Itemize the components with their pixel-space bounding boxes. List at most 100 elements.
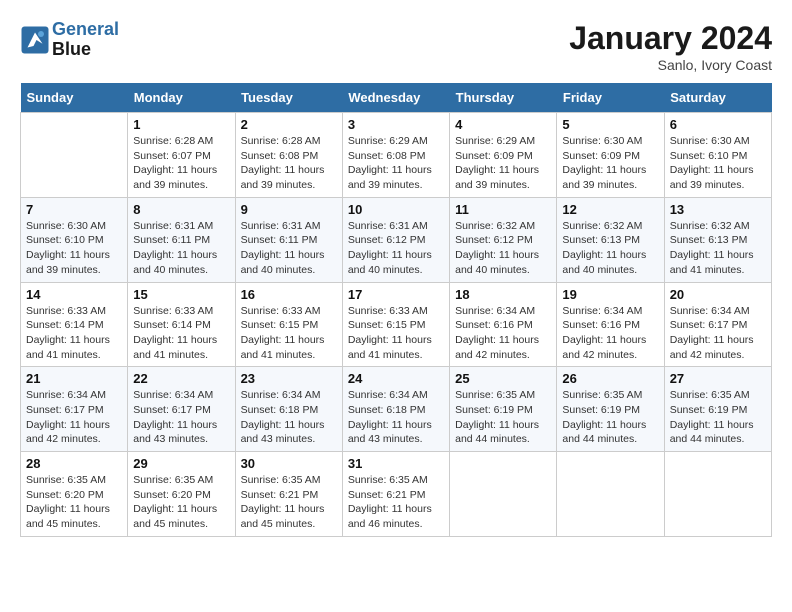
- day-number: 28: [26, 456, 122, 471]
- day-info: Sunrise: 6:35 AM Sunset: 6:20 PM Dayligh…: [26, 473, 122, 532]
- day-number: 14: [26, 287, 122, 302]
- day-info: Sunrise: 6:28 AM Sunset: 6:08 PM Dayligh…: [241, 134, 337, 193]
- page-header: General Blue January 2024 Sanlo, Ivory C…: [20, 20, 772, 73]
- column-header-wednesday: Wednesday: [342, 83, 449, 113]
- day-info: Sunrise: 6:33 AM Sunset: 6:15 PM Dayligh…: [348, 304, 444, 363]
- day-info: Sunrise: 6:31 AM Sunset: 6:11 PM Dayligh…: [133, 219, 229, 278]
- day-info: Sunrise: 6:35 AM Sunset: 6:21 PM Dayligh…: [348, 473, 444, 532]
- day-number: 9: [241, 202, 337, 217]
- day-number: 13: [670, 202, 766, 217]
- day-info: Sunrise: 6:33 AM Sunset: 6:15 PM Dayligh…: [241, 304, 337, 363]
- calendar-cell: [21, 113, 128, 198]
- day-info: Sunrise: 6:35 AM Sunset: 6:19 PM Dayligh…: [562, 388, 658, 447]
- logo-line1: General: [52, 19, 119, 39]
- day-number: 6: [670, 117, 766, 132]
- calendar-week-row: 21 Sunrise: 6:34 AM Sunset: 6:17 PM Dayli…: [21, 367, 772, 452]
- day-info: Sunrise: 6:29 AM Sunset: 6:09 PM Dayligh…: [455, 134, 551, 193]
- column-header-monday: Monday: [128, 83, 235, 113]
- calendar-header-row: SundayMondayTuesdayWednesdayThursdayFrid…: [21, 83, 772, 113]
- calendar-week-row: 7 Sunrise: 6:30 AM Sunset: 6:10 PM Daylig…: [21, 197, 772, 282]
- calendar-cell: 27Sunrise: 6:35 AM Sunset: 6:19 PM Dayli…: [664, 367, 771, 452]
- calendar-cell: 11 Sunrise: 6:32 AM Sunset: 6:12 PM Dayli…: [450, 197, 557, 282]
- calendar-cell: 29 Sunrise: 6:35 AM Sunset: 6:20 PM Dayli…: [128, 452, 235, 537]
- day-info: Sunrise: 6:31 AM Sunset: 6:11 PM Dayligh…: [241, 219, 337, 278]
- day-info: Sunrise: 6:31 AM Sunset: 6:12 PM Dayligh…: [348, 219, 444, 278]
- day-number: 30: [241, 456, 337, 471]
- day-number: 11: [455, 202, 551, 217]
- day-info: Sunrise: 6:34 AM Sunset: 6:17 PM Dayligh…: [670, 304, 766, 363]
- day-number: 29: [133, 456, 229, 471]
- day-number: 31: [348, 456, 444, 471]
- day-number: 8: [133, 202, 229, 217]
- day-info: Sunrise: 6:32 AM Sunset: 6:12 PM Dayligh…: [455, 219, 551, 278]
- calendar-cell: 6 Sunrise: 6:30 AM Sunset: 6:10 PM Daylig…: [664, 113, 771, 198]
- day-number: 4: [455, 117, 551, 132]
- calendar-cell: 2 Sunrise: 6:28 AM Sunset: 6:08 PM Daylig…: [235, 113, 342, 198]
- day-number: 20: [670, 287, 766, 302]
- calendar-cell: 5 Sunrise: 6:30 AM Sunset: 6:09 PM Daylig…: [557, 113, 664, 198]
- calendar-cell: [450, 452, 557, 537]
- subtitle: Sanlo, Ivory Coast: [569, 57, 772, 73]
- day-number: 25: [455, 371, 551, 386]
- calendar-cell: 13 Sunrise: 6:32 AM Sunset: 6:13 PM Dayli…: [664, 197, 771, 282]
- day-info: Sunrise: 6:34 AM Sunset: 6:17 PM Dayligh…: [133, 388, 229, 447]
- calendar-cell: 18Sunrise: 6:34 AM Sunset: 6:16 PM Dayli…: [450, 282, 557, 367]
- day-info: Sunrise: 6:32 AM Sunset: 6:13 PM Dayligh…: [670, 219, 766, 278]
- calendar-cell: 25 Sunrise: 6:35 AM Sunset: 6:19 PM Dayli…: [450, 367, 557, 452]
- column-header-thursday: Thursday: [450, 83, 557, 113]
- calendar-cell: 15Sunrise: 6:33 AM Sunset: 6:14 PM Dayli…: [128, 282, 235, 367]
- day-info: Sunrise: 6:34 AM Sunset: 6:18 PM Dayligh…: [241, 388, 337, 447]
- calendar-cell: 1Sunrise: 6:28 AM Sunset: 6:07 PM Daylig…: [128, 113, 235, 198]
- calendar-cell: 30 Sunrise: 6:35 AM Sunset: 6:21 PM Dayli…: [235, 452, 342, 537]
- calendar-cell: 10 Sunrise: 6:31 AM Sunset: 6:12 PM Dayli…: [342, 197, 449, 282]
- day-info: Sunrise: 6:30 AM Sunset: 6:10 PM Dayligh…: [26, 219, 122, 278]
- day-info: Sunrise: 6:34 AM Sunset: 6:18 PM Dayligh…: [348, 388, 444, 447]
- day-number: 18: [455, 287, 551, 302]
- calendar-week-row: 28 Sunrise: 6:35 AM Sunset: 6:20 PM Dayli…: [21, 452, 772, 537]
- calendar-cell: 16 Sunrise: 6:33 AM Sunset: 6:15 PM Dayli…: [235, 282, 342, 367]
- logo-line2: Blue: [52, 40, 119, 60]
- calendar-cell: 23 Sunrise: 6:34 AM Sunset: 6:18 PM Dayli…: [235, 367, 342, 452]
- calendar-cell: 12 Sunrise: 6:32 AM Sunset: 6:13 PM Dayli…: [557, 197, 664, 282]
- logo-icon: [20, 25, 50, 55]
- day-number: 7: [26, 202, 122, 217]
- calendar-cell: 17 Sunrise: 6:33 AM Sunset: 6:15 PM Dayli…: [342, 282, 449, 367]
- logo-text: General Blue: [52, 20, 119, 60]
- day-info: Sunrise: 6:34 AM Sunset: 6:16 PM Dayligh…: [562, 304, 658, 363]
- day-number: 12: [562, 202, 658, 217]
- day-number: 23: [241, 371, 337, 386]
- day-info: Sunrise: 6:28 AM Sunset: 6:07 PM Dayligh…: [133, 134, 229, 193]
- day-number: 5: [562, 117, 658, 132]
- day-info: Sunrise: 6:30 AM Sunset: 6:09 PM Dayligh…: [562, 134, 658, 193]
- day-number: 19: [562, 287, 658, 302]
- main-title: January 2024: [569, 20, 772, 57]
- day-number: 27: [670, 371, 766, 386]
- calendar-cell: 26Sunrise: 6:35 AM Sunset: 6:19 PM Dayli…: [557, 367, 664, 452]
- day-number: 2: [241, 117, 337, 132]
- day-number: 17: [348, 287, 444, 302]
- calendar-cell: 19 Sunrise: 6:34 AM Sunset: 6:16 PM Dayli…: [557, 282, 664, 367]
- calendar-cell: 8 Sunrise: 6:31 AM Sunset: 6:11 PM Daylig…: [128, 197, 235, 282]
- column-header-saturday: Saturday: [664, 83, 771, 113]
- day-info: Sunrise: 6:33 AM Sunset: 6:14 PM Dayligh…: [26, 304, 122, 363]
- day-number: 3: [348, 117, 444, 132]
- day-number: 21: [26, 371, 122, 386]
- calendar-cell: 24 Sunrise: 6:34 AM Sunset: 6:18 PM Dayli…: [342, 367, 449, 452]
- day-number: 22: [133, 371, 229, 386]
- day-info: Sunrise: 6:35 AM Sunset: 6:20 PM Dayligh…: [133, 473, 229, 532]
- day-number: 16: [241, 287, 337, 302]
- column-header-tuesday: Tuesday: [235, 83, 342, 113]
- day-info: Sunrise: 6:32 AM Sunset: 6:13 PM Dayligh…: [562, 219, 658, 278]
- calendar-cell: 21 Sunrise: 6:34 AM Sunset: 6:17 PM Dayli…: [21, 367, 128, 452]
- calendar-cell: [557, 452, 664, 537]
- day-info: Sunrise: 6:35 AM Sunset: 6:21 PM Dayligh…: [241, 473, 337, 532]
- day-number: 10: [348, 202, 444, 217]
- day-number: 24: [348, 371, 444, 386]
- day-info: Sunrise: 6:34 AM Sunset: 6:17 PM Dayligh…: [26, 388, 122, 447]
- calendar-cell: 3 Sunrise: 6:29 AM Sunset: 6:08 PM Daylig…: [342, 113, 449, 198]
- column-header-friday: Friday: [557, 83, 664, 113]
- day-info: Sunrise: 6:29 AM Sunset: 6:08 PM Dayligh…: [348, 134, 444, 193]
- day-info: Sunrise: 6:30 AM Sunset: 6:10 PM Dayligh…: [670, 134, 766, 193]
- calendar-week-row: 1Sunrise: 6:28 AM Sunset: 6:07 PM Daylig…: [21, 113, 772, 198]
- day-info: Sunrise: 6:35 AM Sunset: 6:19 PM Dayligh…: [455, 388, 551, 447]
